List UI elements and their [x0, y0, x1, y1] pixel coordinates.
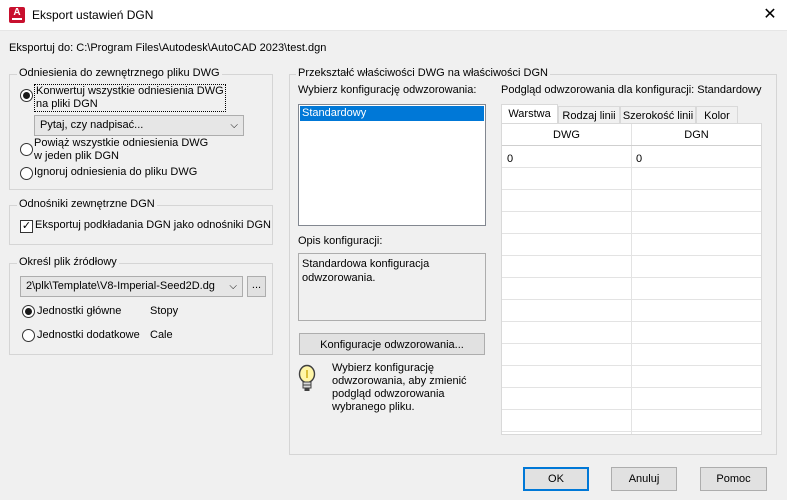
window-title: Eksport ustawień DGN	[32, 8, 154, 22]
ignore-xrefs-radio[interactable]	[20, 167, 33, 180]
dgn-refs-group-legend: Odnośniki zewnętrzne DGN	[17, 198, 157, 210]
table-row	[502, 388, 761, 410]
config-listbox[interactable]: Standardowy	[298, 104, 486, 226]
cancel-button[interactable]: Anuluj	[611, 467, 677, 491]
config-list-item[interactable]: Standardowy	[300, 106, 484, 121]
ignore-xrefs-label[interactable]: Ignoruj odniesienia do pliku DWG	[34, 166, 197, 178]
mapping-hint-text: Wybierz konfigurację odwzorowania, aby z…	[332, 362, 467, 413]
table-row	[502, 212, 761, 234]
autocad-app-icon: A	[9, 7, 25, 23]
table-row	[502, 256, 761, 278]
table-row	[502, 278, 761, 300]
select-config-label: Wybierz konfigurację odwzorowania:	[298, 84, 477, 96]
mapping-group-legend: Przekształć właściwości DWG na właściwoś…	[296, 67, 550, 79]
chevron-down-icon: ⌵	[230, 120, 238, 131]
table-row	[502, 410, 761, 432]
seed-file-group-legend: Określ plik źródłowy	[17, 256, 119, 268]
chevron-down-icon: ⌵	[229, 281, 237, 292]
table-row	[502, 344, 761, 366]
master-units-radio[interactable]	[22, 305, 35, 318]
table-row[interactable]: 0 0	[502, 146, 761, 168]
bind-xrefs-radio[interactable]	[20, 143, 33, 156]
description-label: Opis konfiguracji:	[298, 235, 383, 247]
table-row	[502, 234, 761, 256]
dgn-column-header[interactable]: DGN	[632, 129, 761, 141]
convert-xrefs-label[interactable]: Konwertuj wszystkie odniesienia DWG na p…	[34, 84, 226, 112]
export-underlays-checkbox[interactable]: ✓	[20, 220, 33, 233]
bind-xrefs-label[interactable]: Powiąż wszystkie odniesienia DWG w jeden…	[34, 137, 208, 163]
sub-units-label[interactable]: Jednostki dodatkowe	[37, 329, 140, 341]
export-path-label: Eksportuj do: C:\Program Files\Autodesk\…	[9, 42, 327, 54]
seed-file-dropdown[interactable]: 2\plk\Template\V8-Imperial-Seed2D.dg ⌵	[20, 276, 243, 297]
title-bar: A Eksport ustawień DGN ✕	[0, 0, 787, 31]
table-row	[502, 300, 761, 322]
tab-layer[interactable]: Warstwa	[501, 104, 558, 124]
xref-group-legend: Odniesienia do zewnętrznego pliku DWG	[17, 67, 222, 79]
master-units-value: Stopy	[150, 305, 179, 317]
preview-label: Podgląd odwzorowania dla konfiguracji: S…	[501, 84, 762, 96]
convert-xrefs-radio[interactable]	[20, 89, 33, 102]
overwrite-mode-dropdown[interactable]: Pytaj, czy nadpisać... ⌵	[34, 115, 244, 136]
master-units-label[interactable]: Jednostki główne	[37, 305, 121, 317]
table-row	[502, 190, 761, 212]
help-button[interactable]: Pomoc	[700, 467, 767, 491]
sub-units-value: Cale	[150, 329, 173, 341]
close-icon[interactable]: ✕	[758, 3, 782, 27]
mapping-preview-grid[interactable]: DWG DGN 0 0	[501, 123, 762, 435]
export-underlays-label[interactable]: Eksportuj podkładania DGN jako odnośniki…	[35, 219, 271, 231]
ok-button[interactable]: OK	[523, 467, 589, 491]
dwg-column-header[interactable]: DWG	[502, 129, 631, 141]
browse-seed-button[interactable]: ...	[247, 276, 266, 297]
dgn-cell: 0	[636, 153, 643, 165]
grid-header-row: DWG DGN	[502, 124, 761, 146]
lightbulb-icon	[298, 364, 316, 391]
dwg-cell: 0	[507, 153, 514, 165]
description-box: Standardowa konfiguracja odwzorowania.	[298, 253, 486, 321]
table-row	[502, 322, 761, 344]
table-row	[502, 168, 761, 190]
mapping-configs-button[interactable]: Konfiguracje odwzorowania...	[299, 333, 485, 355]
sub-units-radio[interactable]	[22, 329, 35, 342]
table-row	[502, 366, 761, 388]
